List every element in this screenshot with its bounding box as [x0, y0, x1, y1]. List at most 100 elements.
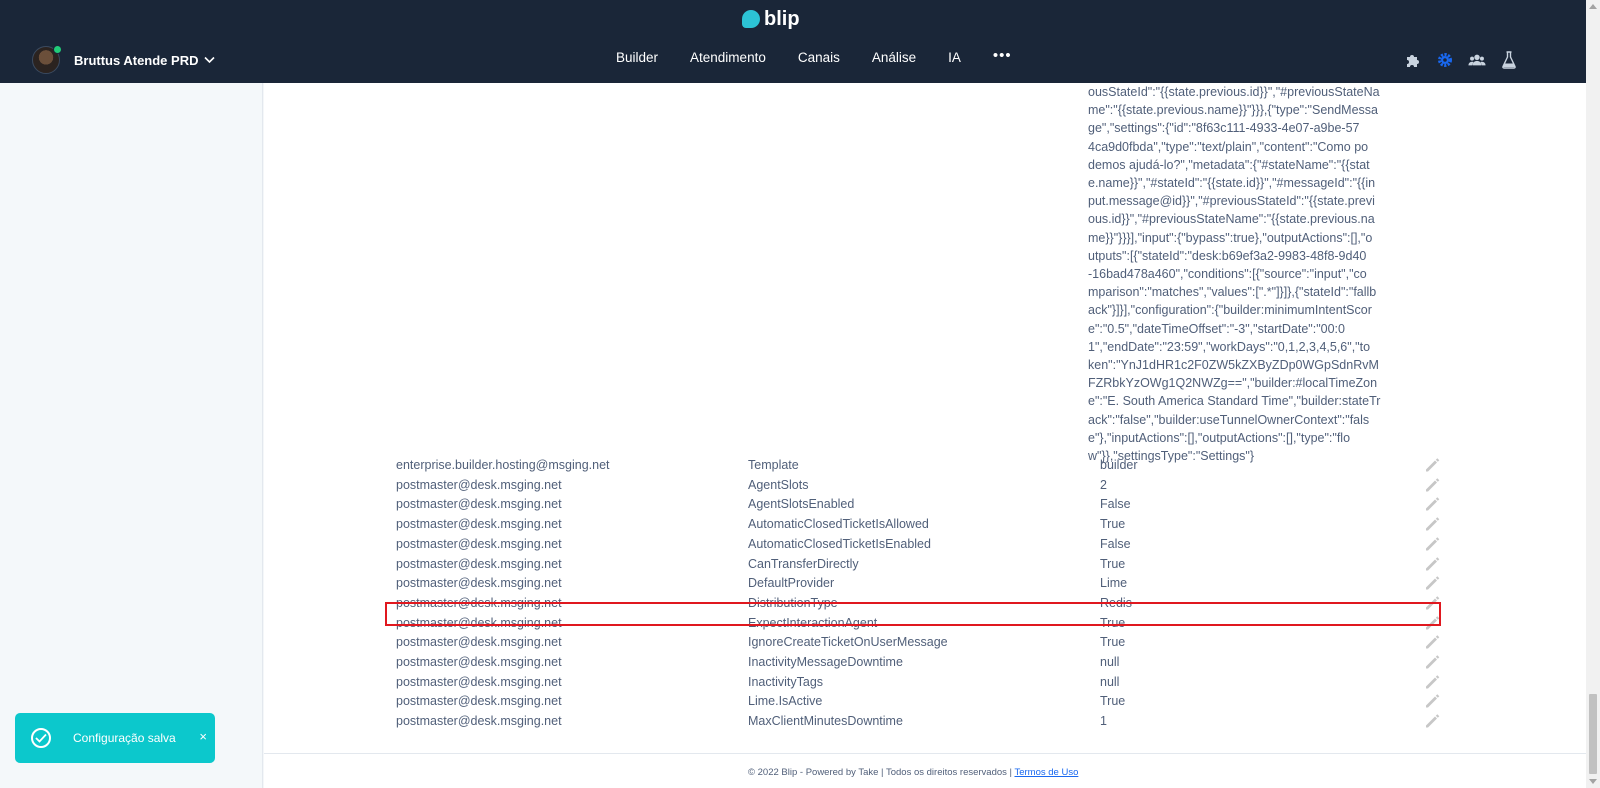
config-json-value: ousStateId":"{{state.previous.id}}","#pr… [1088, 83, 1418, 465]
row-key: AutomaticClosedTicketIsEnabled [748, 536, 931, 551]
row-key: CanTransferDirectly [748, 556, 859, 571]
table-row: postmaster@desk.msging.net InactivityTags… [264, 672, 1586, 692]
main-nav: Builder Atendimento Canais Análise IA ••… [616, 47, 1012, 70]
table-row: postmaster@desk.msging.net AgentSlotsEnab… [264, 494, 1586, 514]
json-text-line: me}}"}}}],"input":{"bypass":true},"outpu… [1088, 230, 1373, 245]
table-row: enterprise.builder.hosting@msging.net Tem… [264, 455, 1586, 475]
header-tools [1404, 51, 1518, 69]
row-value: True [1100, 556, 1126, 571]
table-row: postmaster@desk.msging.net IgnoreCreateTi… [264, 632, 1586, 652]
json-text-line: FZRbkYzOWg1Q2NWZg==","builder:#localTime… [1088, 376, 1378, 391]
online-status-dot [53, 45, 62, 54]
json-text-line: me":"{{state.previous.name}}"}}},{"type"… [1088, 103, 1379, 118]
edit-pencil-icon[interactable] [1423, 495, 1441, 513]
json-text-line: ack"}]}],"configuration":{"builder:minim… [1088, 303, 1372, 318]
json-text-line: ken":"YnJ1dHR1c2F0ZW5kZXByZDp0WGpSdnRvM [1088, 358, 1379, 373]
footer: © 2022 Blip - Powered by Take | Todos os… [748, 767, 1078, 778]
chevron-down-icon [204, 56, 216, 64]
tenant-selector[interactable]: Bruttus Atende PRD [32, 45, 216, 75]
json-text-line: put.message@id}}","#previousStateId":"{{… [1088, 194, 1375, 209]
edit-pencil-icon[interactable] [1423, 692, 1441, 710]
row-value: False [1100, 497, 1131, 512]
scroll-down-arrow[interactable] [1589, 779, 1597, 784]
row-owner: postmaster@desk.msging.net [396, 556, 562, 571]
edit-pencil-icon[interactable] [1423, 555, 1441, 573]
flask-icon[interactable] [1500, 51, 1518, 69]
row-owner: postmaster@desk.msging.net [396, 477, 562, 492]
json-text-line: 1","endDate":"23:59","workDays":"0,1,2,3… [1088, 339, 1371, 354]
row-owner: postmaster@desk.msging.net [396, 694, 562, 709]
row-key: AgentSlotsEnabled [748, 497, 855, 512]
left-sidebar [0, 83, 263, 788]
table-row: postmaster@desk.msging.net DefaultProvide… [264, 573, 1586, 593]
puzzle-icon[interactable] [1404, 51, 1422, 69]
nav-ia[interactable]: IA [948, 50, 961, 70]
row-key: AutomaticClosedTicketIsAllowed [748, 517, 929, 532]
json-text-line: -16bad478a460","conditions":[{"source":"… [1088, 267, 1367, 282]
team-icon[interactable] [1468, 51, 1486, 69]
row-value: 1 [1100, 714, 1107, 729]
row-key: IgnoreCreateTicketOnUserMessage [748, 635, 948, 650]
json-text-line: utputs":[{"stateId":"desk:b69ef3a2-9983-… [1088, 248, 1367, 263]
check-circle-icon [31, 728, 51, 748]
gear-icon[interactable] [1436, 51, 1454, 69]
row-value: True [1100, 635, 1126, 650]
edit-pencil-icon[interactable] [1423, 633, 1441, 651]
row-owner: postmaster@desk.msging.net [396, 674, 562, 689]
footer-divider [264, 753, 1586, 754]
table-row: postmaster@desk.msging.net InactivityMess… [264, 652, 1586, 672]
highlight-box [385, 602, 1441, 626]
blip-logo-text: blip [764, 7, 800, 30]
json-text-line: ge","settings":{"id":"8f63c111-4933-4e07… [1088, 121, 1360, 136]
json-text-line: ousStateId":"{{state.previous.id}}","#pr… [1088, 85, 1380, 99]
more-menu-button[interactable]: ••• [993, 47, 1012, 70]
edit-pencil-icon[interactable] [1423, 515, 1441, 533]
row-value: True [1100, 694, 1126, 709]
json-text-line: e":"E. South America Standard Time","bui… [1088, 394, 1381, 409]
blip-logo-icon [742, 10, 760, 28]
edit-pencil-icon[interactable] [1423, 673, 1441, 691]
avatar [32, 45, 62, 74]
edit-pencil-icon[interactable] [1423, 574, 1441, 592]
row-owner: postmaster@desk.msging.net [396, 576, 562, 591]
row-key: InactivityMessageDowntime [748, 655, 903, 669]
tenant-name: Bruttus Atende PRD [74, 52, 199, 68]
row-key: AgentSlots [748, 477, 809, 492]
nav-analise[interactable]: Análise [872, 50, 916, 70]
close-icon[interactable]: × [199, 729, 207, 744]
table-row: postmaster@desk.msging.net MaxClientMinut… [264, 711, 1586, 731]
row-key: DefaultProvider [748, 576, 835, 591]
page-scrollbar[interactable] [1586, 0, 1600, 788]
table-row: postmaster@desk.msging.net AutomaticClose… [264, 534, 1586, 554]
nav-atendimento[interactable]: Atendimento [690, 50, 766, 70]
row-key: Template [748, 458, 799, 472]
row-value: builder [1100, 458, 1138, 472]
row-owner: postmaster@desk.msging.net [396, 497, 562, 512]
edit-pencil-icon[interactable] [1423, 535, 1441, 553]
json-text-line: 4ca9d0fbda","type":"text/plain","content… [1088, 139, 1369, 154]
json-text-line: e.name}}","#stateId":"{{state.id}}","#me… [1088, 176, 1376, 191]
row-value: False [1100, 536, 1131, 551]
footer-text: © 2022 Blip - Powered by Take | Todos os… [748, 767, 1015, 778]
edit-pencil-icon[interactable] [1423, 712, 1441, 730]
table-row: postmaster@desk.msging.net CanTransferDir… [264, 554, 1586, 574]
main-content: ousStateId":"{{state.previous.id}}","#pr… [264, 83, 1586, 788]
row-key: MaxClientMinutesDowntime [748, 714, 903, 729]
nav-builder[interactable]: Builder [616, 50, 658, 70]
row-value: null [1100, 655, 1120, 669]
edit-pencil-icon[interactable] [1423, 456, 1441, 474]
toast-message: Configuração salva [73, 731, 176, 745]
blip-logo[interactable]: blip [742, 7, 800, 31]
terms-link[interactable]: Termos de Uso [1014, 767, 1078, 778]
edit-pencil-icon[interactable] [1423, 476, 1441, 494]
json-text-line: e":"0.5","dateTimeOffset":"-3","startDat… [1088, 321, 1345, 336]
json-text-line: e"},"inputActions":[],"outputActions":[]… [1088, 430, 1351, 445]
edit-pencil-icon[interactable] [1423, 653, 1441, 671]
scroll-thumb[interactable] [1589, 694, 1597, 774]
scroll-up-arrow[interactable] [1589, 4, 1597, 9]
json-text-line: demos ajudá-lo?","metadata":{"#stateName… [1088, 157, 1370, 172]
row-owner: postmaster@desk.msging.net [396, 714, 562, 729]
row-value: True [1100, 517, 1126, 532]
nav-canais[interactable]: Canais [798, 50, 840, 70]
top-bar: blip Bruttus Atende PRD Builder Atendime… [0, 0, 1586, 83]
